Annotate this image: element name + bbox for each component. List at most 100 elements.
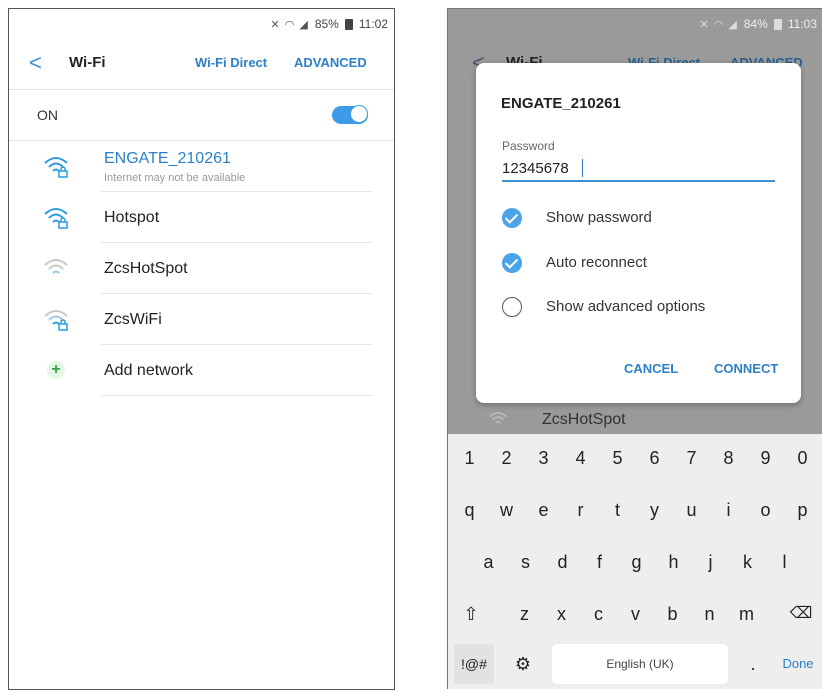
key-2[interactable]: 2 — [488, 436, 525, 480]
wifi-lock-icon — [44, 310, 68, 331]
key-d[interactable]: d — [544, 540, 581, 584]
plus-icon: + — [47, 361, 65, 379]
key-q[interactable]: q — [451, 488, 488, 532]
key-3[interactable]: 3 — [525, 436, 562, 480]
key-0[interactable]: 0 — [784, 436, 821, 480]
key-e[interactable]: e — [525, 488, 562, 532]
key-j[interactable]: j — [692, 540, 729, 584]
network-name: ENGATE_210261 — [104, 150, 231, 167]
key-f[interactable]: f — [581, 540, 618, 584]
key-4[interactable]: 4 — [562, 436, 599, 480]
checkbox-unchecked-icon[interactable] — [502, 297, 522, 317]
key-t[interactable]: t — [599, 488, 636, 532]
letter-row-1: qwertyuiop — [448, 488, 822, 532]
key-7[interactable]: 7 — [673, 436, 710, 480]
add-network-item[interactable]: + Add network — [9, 345, 394, 396]
checkbox-checked-icon[interactable] — [502, 253, 522, 273]
key-o[interactable]: o — [747, 488, 784, 532]
wifi-lock-icon — [44, 208, 68, 229]
key-i[interactable]: i — [710, 488, 747, 532]
auto-reconnect-option[interactable]: Auto reconnect — [500, 250, 780, 276]
key-y[interactable]: y — [636, 488, 673, 532]
advanced-options-option[interactable]: Show advanced options — [500, 294, 780, 320]
battery-percent: 84% — [743, 17, 768, 31]
status-bar: ✕ ◠ ◢ 84% 11:03 — [448, 9, 822, 39]
back-icon[interactable]: < — [29, 51, 42, 75]
network-item-zcshotspot[interactable]: ZcsHotSpot — [9, 243, 394, 294]
letter-row-3: ⇧ ⌫ zxcvbnm — [448, 592, 822, 636]
key-s[interactable]: s — [507, 540, 544, 584]
add-network-label: Add network — [104, 362, 193, 379]
shift-key[interactable]: ⇧ — [454, 592, 488, 636]
wifi-password-screen: ✕ ◠ ◢ 84% 11:03 < Wi-Fi Wi-Fi Direct ADV… — [447, 8, 822, 689]
status-bar: ✕ ◠ ◢ 85% 11:02 — [9, 9, 394, 39]
key-m[interactable]: m — [728, 592, 765, 636]
network-item-zcswifi[interactable]: ZcsWiFi — [9, 294, 394, 345]
space-bar[interactable]: English (UK) — [552, 644, 728, 684]
backspace-key[interactable]: ⌫ — [784, 592, 818, 636]
wifi-lock-icon — [44, 157, 68, 178]
connect-button[interactable]: CONNECT — [714, 361, 778, 376]
wifi-weak-icon — [489, 412, 507, 424]
key-n[interactable]: n — [691, 592, 728, 636]
key-p[interactable]: p — [784, 488, 821, 532]
key-g[interactable]: g — [618, 540, 655, 584]
key-1[interactable]: 1 — [451, 436, 488, 480]
network-name: ZcsWiFi — [104, 311, 162, 328]
network-item-engate[interactable]: ENGATE_210261 Internet may not be availa… — [9, 141, 394, 192]
battery-icon — [773, 18, 782, 30]
cancel-button[interactable]: CANCEL — [624, 361, 678, 376]
network-status: Internet may not be available — [104, 172, 246, 184]
key-u[interactable]: u — [673, 488, 710, 532]
key-9[interactable]: 9 — [747, 436, 784, 480]
network-item-hotspot[interactable]: Hotspot — [9, 192, 394, 243]
option-label: Show password — [546, 209, 652, 226]
key-8[interactable]: 8 — [710, 436, 747, 480]
wifi-weak-icon — [44, 259, 68, 274]
symbols-key[interactable]: !@# — [454, 644, 494, 684]
toggle-label: ON — [37, 107, 58, 123]
key-z[interactable]: z — [506, 592, 543, 636]
battery-icon — [344, 18, 353, 30]
clock: 11:03 — [787, 17, 817, 31]
key-6[interactable]: 6 — [636, 436, 673, 480]
key-b[interactable]: b — [654, 592, 691, 636]
divider — [101, 395, 372, 396]
option-label: Auto reconnect — [546, 254, 647, 271]
key-r[interactable]: r — [562, 488, 599, 532]
on-screen-keyboard: 1234567890 qwertyuiop asdfghjkl ⇧ ⌫ zxcv… — [448, 434, 822, 689]
key-5[interactable]: 5 — [599, 436, 636, 480]
settings-icon[interactable]: ⚙ — [506, 644, 540, 684]
option-label: Show advanced options — [546, 298, 706, 315]
wifi-direct-button[interactable]: Wi-Fi Direct — [195, 55, 267, 70]
key-c[interactable]: c — [580, 592, 617, 636]
password-dialog: ENGATE_210261 Password Show password Aut… — [476, 63, 801, 403]
signal-icons: ✕ ◠ ◢ — [699, 18, 738, 31]
key-h[interactable]: h — [655, 540, 692, 584]
signal-icons: ✕ ◠ ◢ — [270, 18, 309, 31]
key-a[interactable]: a — [470, 540, 507, 584]
toggle-knob — [350, 105, 368, 123]
app-bar: < Wi-Fi Wi-Fi Direct ADVANCED — [9, 39, 394, 89]
password-input[interactable] — [502, 156, 775, 182]
checkbox-checked-icon[interactable] — [502, 208, 522, 228]
key-v[interactable]: v — [617, 592, 654, 636]
advanced-button[interactable]: ADVANCED — [294, 55, 367, 70]
network-list: ENGATE_210261 Internet may not be availa… — [9, 141, 394, 396]
network-item-peek: ZcsHotSpot — [448, 407, 822, 431]
period-key[interactable]: . — [736, 644, 770, 684]
wifi-toggle[interactable] — [332, 105, 368, 124]
network-name: ZcsHotSpot — [104, 260, 188, 277]
key-w[interactable]: w — [488, 488, 525, 532]
done-key[interactable]: Done — [778, 644, 818, 684]
key-k[interactable]: k — [729, 540, 766, 584]
key-l[interactable]: l — [766, 540, 803, 584]
key-x[interactable]: x — [543, 592, 580, 636]
text-cursor — [582, 159, 583, 177]
show-password-option[interactable]: Show password — [500, 205, 780, 231]
password-label: Password — [502, 139, 555, 153]
network-name: ZcsHotSpot — [542, 411, 626, 428]
wifi-toggle-row[interactable]: ON — [9, 89, 394, 141]
battery-percent: 85% — [314, 17, 339, 31]
clock: 11:02 — [358, 17, 388, 31]
